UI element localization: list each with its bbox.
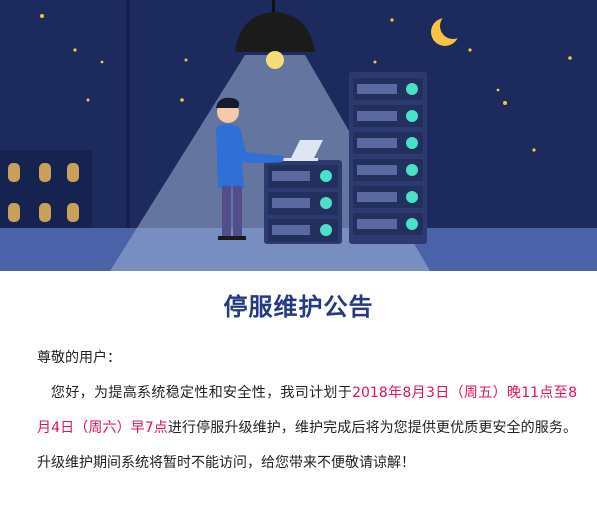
star-icon (100, 60, 104, 64)
star-icon (568, 56, 572, 60)
notice-paragraph: 您好，为提高系统稳定性和安全性，我司计划于2018年8月3日（周五）晚11点至8… (37, 376, 577, 481)
star-icon (532, 148, 536, 152)
lamp-cord (272, 0, 275, 12)
notice-body: 尊敬的用户： 您好，为提高系统稳定性和安全性，我司计划于2018年8月3日（周五… (37, 346, 577, 481)
star-icon (390, 18, 394, 22)
star-icon (180, 98, 184, 102)
server-rack-tall (349, 72, 427, 244)
building-silhouette (0, 150, 92, 230)
star-icon (468, 48, 472, 52)
maintenance-banner-illustration (0, 0, 597, 271)
star-icon (373, 60, 377, 64)
cable-line (126, 0, 130, 240)
star-icon (184, 58, 188, 62)
notice-text-before: 您好，为提高系统稳定性和安全性，我司计划于 (51, 385, 353, 401)
star-icon (73, 48, 77, 52)
star-icon (496, 88, 500, 92)
star-icon (503, 101, 507, 105)
server-rack-small (264, 160, 342, 244)
greeting-text: 尊敬的用户： (37, 350, 121, 366)
star-icon (86, 98, 90, 102)
notice-title: 停服维护公告 (223, 293, 374, 321)
maintenance-notice-page: 停服维护公告 尊敬的用户： 您好，为提高系统稳定性和安全性，我司计划于2018年… (0, 0, 597, 526)
star-icon (40, 14, 44, 18)
